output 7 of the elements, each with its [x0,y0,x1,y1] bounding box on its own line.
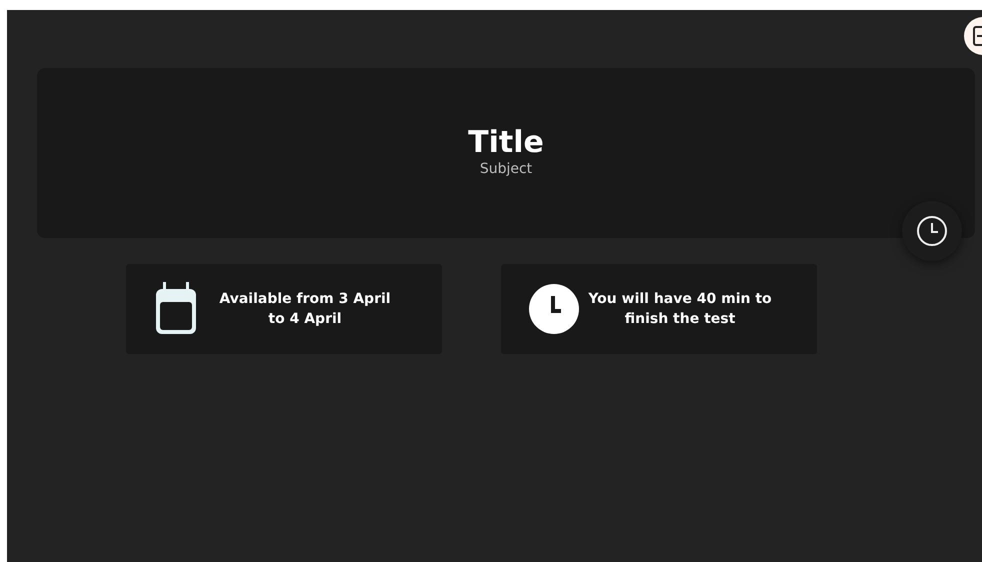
subject: Subject [480,160,532,179]
clock-icon [916,215,948,247]
calendar-icon [154,282,198,336]
info-text: You will have 40 min to finish the test [587,290,773,329]
title: Title [468,126,544,159]
clock-icon [529,284,579,334]
info-text: Available from 3 April to 4 April [218,290,392,329]
